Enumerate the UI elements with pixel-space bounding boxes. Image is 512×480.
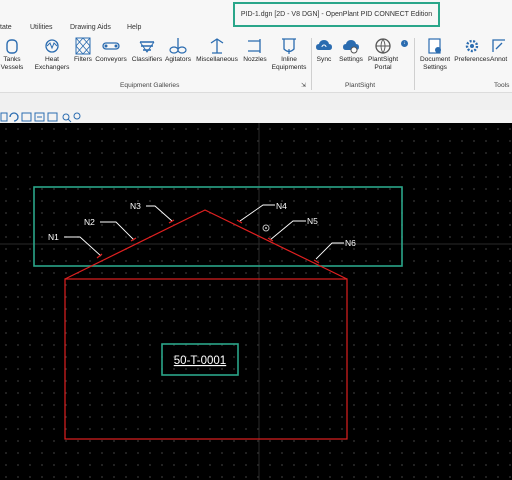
heat-exchanger-icon xyxy=(43,36,61,56)
ribbon: Tanks Vessels Heat Exchangers Filters Co… xyxy=(0,36,512,92)
inline-equipments-label-2: Equipments xyxy=(271,64,307,71)
agitators-button[interactable]: Agitators xyxy=(163,36,193,64)
nozzle-n2-label: N2 xyxy=(84,217,95,227)
nozzle-icon xyxy=(246,36,264,56)
heat-exchangers-button[interactable]: Heat Exchangers xyxy=(34,36,70,72)
plantsight-portal-label-2: Portal xyxy=(374,64,392,71)
nozzle-n3-label: N3 xyxy=(130,201,141,211)
document-settings-label-2: Settings xyxy=(423,64,447,71)
equipment-tag[interactable]: 50-T-0001 xyxy=(174,355,226,367)
cursor-icon xyxy=(262,224,270,232)
menu-item-state[interactable]: tate xyxy=(0,24,12,31)
filters-button[interactable]: Filters xyxy=(72,36,94,64)
nozzle-n2-leader xyxy=(100,221,135,241)
zoom-in-icon[interactable] xyxy=(47,112,58,122)
document-settings-label-1: Document xyxy=(419,56,451,63)
view-attributes-icon[interactable] xyxy=(0,112,8,122)
window-title-bar: PID-1.dgn [2D - V8 DGN] - OpenPlant PID … xyxy=(233,2,440,27)
nozzles-label: Nozzles xyxy=(243,56,267,63)
portal-icon xyxy=(374,36,392,56)
pan-view-icon[interactable] xyxy=(73,112,81,120)
inline-equipments-label-1: Inline xyxy=(281,56,297,63)
classifiers-button[interactable]: Classifiers xyxy=(130,36,164,64)
preferences-icon xyxy=(463,36,481,56)
menu-item-help[interactable]: Help xyxy=(127,24,141,31)
conveyors-button[interactable]: Conveyors xyxy=(94,36,128,64)
nozzle-n1-label: N1 xyxy=(48,232,59,242)
inline-equipments-button[interactable]: Inline Equipments xyxy=(270,36,308,72)
dialog-launcher-icon[interactable]: ⇲ xyxy=(301,82,306,89)
view-toolbar xyxy=(0,110,512,123)
menu-item-utilities[interactable]: Utilities xyxy=(30,24,53,31)
fit-view-icon[interactable] xyxy=(21,112,32,122)
plantsight-portal-label-1: PlantSight xyxy=(367,56,399,63)
tanks-vessels-label-2: Vessels xyxy=(0,64,24,71)
settings-icon xyxy=(342,36,360,56)
tanks-vessels-label-1: Tanks xyxy=(3,56,21,63)
annotation-label: Annot xyxy=(490,56,508,63)
tank-icon xyxy=(3,36,21,56)
nozzle-n5-label: N5 xyxy=(307,216,318,226)
filter-icon xyxy=(74,36,92,56)
ribbon-bottom-bar xyxy=(0,92,512,111)
miscellaneous-label: Miscellaneous xyxy=(196,56,238,63)
nozzle-n2-mark[interactable] xyxy=(130,237,137,242)
nozzle-n6-label: N6 xyxy=(345,238,356,248)
nozzles-button[interactable]: Nozzles xyxy=(241,36,269,64)
drawing-canvas[interactable]: N1 N2 N3 N4 N5 N6 50-T-0001 xyxy=(0,123,512,480)
info-icon[interactable]: ↓ xyxy=(401,40,408,47)
window-title: PID-1.dgn [2D - V8 DGN] - OpenPlant PID … xyxy=(240,11,433,18)
rotate-view-icon[interactable] xyxy=(9,112,19,122)
sync-icon xyxy=(315,36,333,56)
heat-exchangers-label-2: Exchangers xyxy=(34,64,70,71)
preferences-label: Preferences xyxy=(454,56,490,63)
ribbon-area: tate Utilities Drawing Aids Help PID-1.d… xyxy=(0,0,512,111)
nozzle-n6-leader xyxy=(315,242,344,260)
nozzle-n4-leader xyxy=(239,204,275,222)
agitator-icon xyxy=(169,36,187,56)
conveyors-label: Conveyors xyxy=(95,56,127,63)
tools-group-label: Tools xyxy=(494,82,510,89)
miscellaneous-button[interactable]: Miscellaneous xyxy=(195,36,239,64)
filters-label: Filters xyxy=(74,56,92,63)
nozzle-n1-leader xyxy=(64,236,102,257)
settings-button[interactable]: Settings xyxy=(337,36,365,64)
document-settings-icon xyxy=(426,36,444,56)
nozzle-n3-leader xyxy=(146,205,173,222)
conveyor-icon xyxy=(102,36,120,56)
tanks-vessels-button[interactable]: Tanks Vessels xyxy=(0,36,26,72)
nozzle-n6-mark[interactable] xyxy=(313,259,320,264)
miscellaneous-icon xyxy=(208,36,226,56)
heat-exchangers-label-1: Heat xyxy=(45,56,59,63)
sync-label: Sync xyxy=(316,56,332,63)
menu-item-drawing-aids[interactable]: Drawing Aids xyxy=(70,24,111,31)
plantsight-group-label: PlantSight xyxy=(345,82,376,89)
sync-button[interactable]: Sync xyxy=(312,36,336,64)
agitators-label: Agitators xyxy=(164,56,192,63)
drawing-svg: N1 N2 N3 N4 N5 N6 50-T-0001 xyxy=(0,123,512,480)
preferences-button[interactable]: Preferences xyxy=(453,36,491,64)
nozzle-n4-label: N4 xyxy=(276,201,287,211)
plantsight-portal-button[interactable]: PlantSight Portal xyxy=(365,36,401,72)
nozzle-n5-leader xyxy=(269,220,306,241)
document-settings-button[interactable]: Document Settings xyxy=(415,36,455,72)
equipment-galleries-group-label: Equipment Galleries xyxy=(120,82,180,89)
classifiers-label: Classifiers xyxy=(131,56,163,63)
settings-label: Settings xyxy=(339,56,363,63)
annotation-icon xyxy=(490,36,508,56)
annotation-button[interactable]: Annot xyxy=(490,36,512,64)
classifier-icon xyxy=(138,36,156,56)
inline-equipment-icon xyxy=(280,36,298,56)
